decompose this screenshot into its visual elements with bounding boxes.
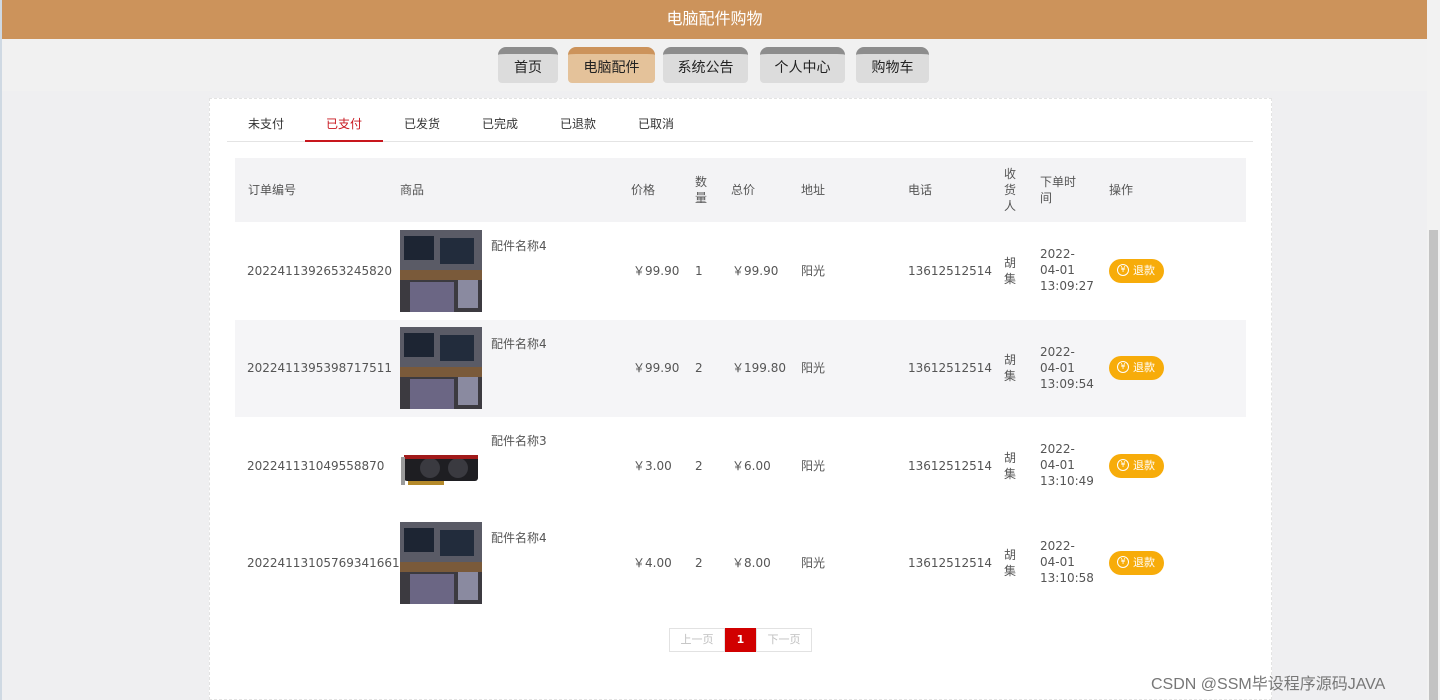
order-no: 20224113105769341661 xyxy=(247,556,400,570)
product-name[interactable]: 配件名称3 xyxy=(491,433,547,449)
site-title: 电脑配件购物 xyxy=(666,9,763,28)
quantity: 2 xyxy=(695,556,703,570)
tab-unpaid[interactable]: 未支付 xyxy=(227,108,305,142)
product-name[interactable]: 配件名称4 xyxy=(491,530,547,546)
order-no: 202241131049558870 xyxy=(247,459,385,473)
computer-desk-image[interactable] xyxy=(400,230,482,312)
total: ￥6.00 xyxy=(732,459,771,473)
scrollbar-thumb[interactable] xyxy=(1429,230,1438,700)
phone: 13612512514 xyxy=(908,459,992,473)
quantity: 2 xyxy=(695,361,703,375)
total: ￥99.90 xyxy=(732,264,779,278)
th-qty: 数 量 xyxy=(695,175,708,205)
address: 阳光 xyxy=(801,556,826,570)
window-left-edge xyxy=(0,0,2,700)
watermark: CSDN @SSM毕设程序源码JAVA xyxy=(1151,676,1386,693)
th-product: 商品 xyxy=(400,183,425,197)
tab-completed[interactable]: 已完成 xyxy=(461,108,539,142)
prev-page-button[interactable]: 上一页 xyxy=(669,628,725,652)
site-header: 电脑配件购物 xyxy=(2,0,1427,39)
order-time: 2022- 04-01 13:10:58 xyxy=(1040,539,1094,585)
table-row: 2022411395398717511 配件名称4 ￥99.90 2 ￥199.… xyxy=(235,320,1246,417)
product-name[interactable]: 配件名称4 xyxy=(491,238,547,254)
total: ￥8.00 xyxy=(732,556,771,570)
address: 阳光 xyxy=(801,361,826,375)
product-name[interactable]: 配件名称4 xyxy=(491,336,547,352)
tab-paid[interactable]: 已支付 xyxy=(305,108,383,142)
receiver: 胡 集 xyxy=(1004,256,1017,286)
price: ￥3.00 xyxy=(633,459,672,473)
refund-button[interactable]: ¥ 退款 xyxy=(1109,259,1164,283)
order-status-tabs: 未支付 已支付 已发货 已完成 已退款 已取消 xyxy=(227,108,1253,142)
table-header: 订单编号 商品 价格 数 量 总价 地址 电话 收 货 人 下单时 间 操作 xyxy=(235,158,1246,222)
next-page-button[interactable]: 下一页 xyxy=(756,628,812,652)
receiver: 胡 集 xyxy=(1004,548,1017,578)
table-row: 2022411392653245820 配件名称4 ￥99.90 1 ￥99.9… xyxy=(235,222,1246,319)
tab-refunded[interactable]: 已退款 xyxy=(539,108,617,142)
th-phone: 电话 xyxy=(908,183,933,197)
nav-cart[interactable]: 购物车 xyxy=(856,47,929,83)
receiver: 胡 集 xyxy=(1004,353,1017,383)
price: ￥99.90 xyxy=(633,264,680,278)
price: ￥4.00 xyxy=(633,556,672,570)
th-total: 总价 xyxy=(731,183,756,197)
tab-cancelled[interactable]: 已取消 xyxy=(617,108,695,142)
order-time: 2022- 04-01 13:10:49 xyxy=(1040,442,1094,488)
page-number-current[interactable]: 1 xyxy=(725,628,756,652)
order-no: 2022411392653245820 xyxy=(247,264,393,278)
quantity: 2 xyxy=(695,459,703,473)
refund-button[interactable]: ¥ 退款 xyxy=(1109,551,1164,575)
th-price: 价格 xyxy=(631,183,656,197)
computer-desk-image[interactable] xyxy=(400,522,482,604)
yen-circle-icon: ¥ xyxy=(1117,556,1129,568)
yen-circle-icon: ¥ xyxy=(1117,459,1129,471)
table-row: 202241131049558870 配件名称3 ￥3.00 2 ￥6.00 阳… xyxy=(235,417,1246,514)
address: 阳光 xyxy=(801,459,826,473)
th-action: 操作 xyxy=(1109,183,1134,197)
order-no: 2022411395398717511 xyxy=(247,361,393,375)
th-receiver: 收 货 人 xyxy=(1004,167,1017,213)
table-row: 20224113105769341661 配件名称4 ￥4.00 2 ￥8.00… xyxy=(235,514,1246,611)
phone: 13612512514 xyxy=(908,264,992,278)
nav-user-center[interactable]: 个人中心 xyxy=(760,47,845,83)
computer-desk-image[interactable] xyxy=(400,327,482,409)
yen-circle-icon: ¥ xyxy=(1117,361,1129,373)
total: ￥199.80 xyxy=(732,361,786,375)
phone: 13612512514 xyxy=(908,556,992,570)
quantity: 1 xyxy=(695,264,703,278)
th-order-time: 下单时 间 xyxy=(1040,175,1077,205)
nav-announcements[interactable]: 系统公告 xyxy=(663,47,748,83)
refund-button[interactable]: ¥ 退款 xyxy=(1109,356,1164,380)
graphics-card-image[interactable] xyxy=(400,425,482,507)
nav-home[interactable]: 首页 xyxy=(498,47,558,83)
tab-shipped[interactable]: 已发货 xyxy=(383,108,461,142)
yen-circle-icon: ¥ xyxy=(1117,264,1129,276)
th-address: 地址 xyxy=(801,183,826,197)
price: ￥99.90 xyxy=(633,361,680,375)
page-scrollbar[interactable] xyxy=(1427,0,1440,700)
refund-button[interactable]: ¥ 退款 xyxy=(1109,454,1164,478)
phone: 13612512514 xyxy=(908,361,992,375)
order-time: 2022- 04-01 13:09:54 xyxy=(1040,345,1094,391)
order-time: 2022- 04-01 13:09:27 xyxy=(1040,247,1094,293)
th-order-no: 订单编号 xyxy=(248,183,297,197)
nav-computer-parts[interactable]: 电脑配件 xyxy=(568,47,655,83)
receiver: 胡 集 xyxy=(1004,451,1017,481)
address: 阳光 xyxy=(801,264,826,278)
